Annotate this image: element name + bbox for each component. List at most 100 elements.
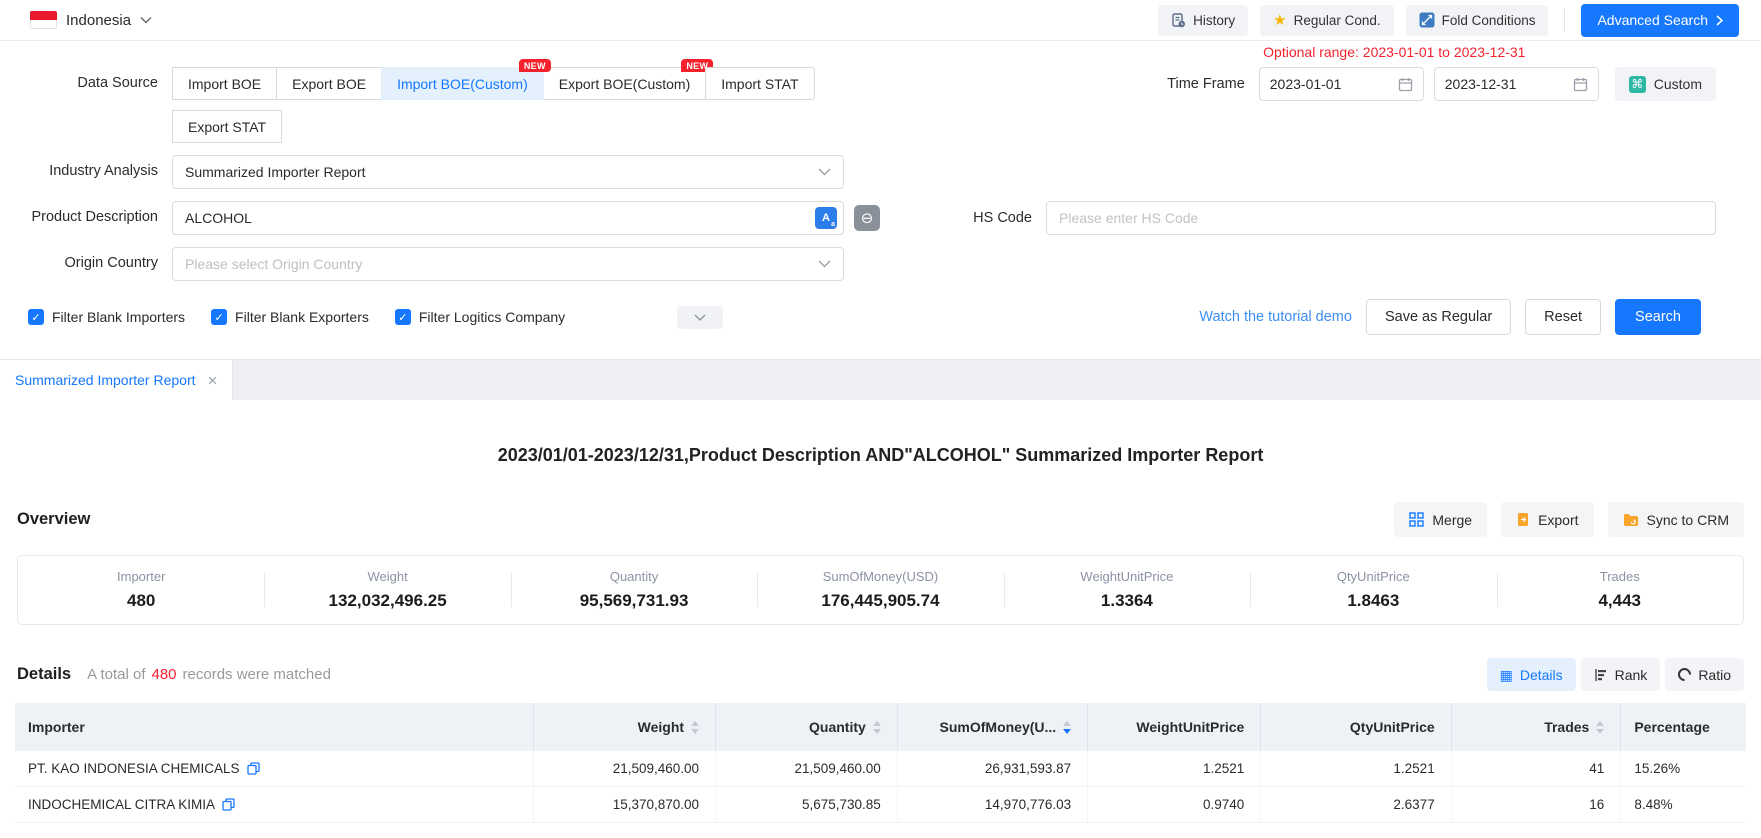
data-source-label: Data Source — [0, 67, 158, 100]
stat-value: 1.8463 — [1250, 591, 1496, 611]
topbar: Indonesia History ★ Regular Cond. Fold C… — [0, 0, 1761, 41]
search-button[interactable]: Search — [1615, 299, 1701, 335]
filter-checkbox-item[interactable]: ✓ Filter Blank Exporters — [211, 309, 369, 325]
industry-analysis-select[interactable]: Summarized Importer Report — [172, 155, 844, 189]
table-row[interactable]: PT. KAO INDONESIA CHEMICALS 21,509,460.0… — [15, 751, 1746, 787]
sort-icons[interactable] — [1596, 721, 1604, 734]
origin-country-placeholder: Please select Origin Country — [185, 256, 818, 272]
quantity-cell: 21,509,460.00 — [716, 751, 898, 786]
star-icon: ★ — [1273, 13, 1286, 28]
view-rank-label: Rank — [1615, 667, 1648, 683]
start-date-value: 2023-01-01 — [1270, 76, 1398, 92]
origin-country-select[interactable]: Please select Origin Country — [172, 247, 844, 281]
custom-range-button[interactable]: ⌘ Custom — [1615, 67, 1716, 101]
importer-name[interactable]: INDOCHEMICAL CITRA KIMIA — [28, 797, 215, 812]
column-header[interactable]: Trades — [1452, 703, 1622, 751]
tab-title: Summarized Importer Report — [15, 372, 196, 388]
product-description-row: Product Description Aa ⊖ HS Code — [0, 201, 1761, 235]
export-button[interactable]: Export — [1501, 502, 1593, 537]
sync-to-crm-button[interactable]: Sync to CRM — [1608, 502, 1744, 537]
overview-header: Overview Merge Export Sync to CRM — [0, 502, 1761, 537]
report-title: 2023/01/01-2023/12/31,Product Descriptio… — [0, 400, 1761, 502]
fold-icon — [1419, 12, 1435, 28]
sort-icons[interactable] — [873, 721, 881, 734]
table-row[interactable]: INDOCHEMICAL CITRA KIMIA 15,370,870.00 5… — [15, 787, 1746, 823]
copy-icon[interactable] — [247, 762, 260, 775]
tab-summarized-importer-report[interactable]: Summarized Importer Report × — [0, 360, 233, 400]
hs-code-input[interactable] — [1046, 201, 1716, 235]
filter-checkbox-item[interactable]: ✓ Filter Blank Importers — [28, 309, 185, 325]
column-header[interactable]: Importer — [15, 703, 534, 751]
product-description-input[interactable] — [185, 210, 815, 226]
merge-label: Merge — [1432, 512, 1472, 528]
data-source-option[interactable]: Export BOE(Custom) NEW — [543, 67, 706, 100]
strict-match-icon[interactable]: ⊖ — [854, 205, 880, 231]
fold-conditions-button[interactable]: Fold Conditions — [1406, 5, 1549, 36]
copy-icon[interactable] — [222, 798, 235, 811]
data-source-option-label: Import STAT — [721, 76, 798, 92]
chevron-down-icon — [818, 168, 831, 176]
column-header[interactable]: Weight — [534, 703, 716, 751]
match-prefix: A total of — [87, 666, 145, 683]
view-ratio-label: Ratio — [1698, 667, 1731, 683]
view-rank-button[interactable]: Rank — [1581, 658, 1661, 691]
sort-icons[interactable] — [691, 721, 699, 734]
hs-code-group: HS Code — [973, 201, 1716, 235]
stat-cell: Quantity 95,569,731.93 — [511, 569, 757, 611]
stat-label: SumOfMoney(USD) — [757, 569, 1003, 584]
overview-heading: Overview — [17, 510, 90, 529]
column-header-label: Percentage — [1634, 719, 1709, 735]
column-header[interactable]: QtyUnitPrice — [1261, 703, 1451, 751]
filter-label: Filter Blank Exporters — [235, 309, 369, 325]
view-details-button[interactable]: ▦ Details — [1487, 658, 1576, 691]
data-source-option[interactable]: Import BOE — [172, 67, 277, 100]
trades-cell: 41 — [1452, 751, 1622, 786]
reset-button[interactable]: Reset — [1525, 299, 1601, 335]
view-switcher: ▦ Details Rank Ratio — [1487, 658, 1744, 691]
history-button[interactable]: History — [1158, 5, 1248, 36]
advanced-search-button[interactable]: Advanced Search — [1581, 4, 1739, 37]
stat-label: Importer — [18, 569, 264, 584]
calendar-icon — [1573, 77, 1588, 92]
data-source-option[interactable]: Export STAT — [172, 110, 282, 143]
data-source-option[interactable]: Import STAT — [705, 67, 814, 100]
stat-cell: SumOfMoney(USD) 176,445,905.74 — [757, 569, 1003, 611]
start-date-field[interactable]: 2023-01-01 — [1259, 67, 1424, 101]
column-header-label: Quantity — [809, 719, 866, 735]
column-header[interactable]: SumOfMoney(U... — [898, 703, 1088, 751]
column-header[interactable]: Quantity — [716, 703, 898, 751]
view-ratio-button[interactable]: Ratio — [1665, 658, 1744, 691]
column-header-label: Importer — [28, 719, 85, 735]
stat-cell: WeightUnitPrice 1.3364 — [1004, 569, 1250, 611]
trades-cell: 16 — [1452, 787, 1622, 822]
details-header: Details A total of 480 records were matc… — [0, 658, 1761, 691]
checkbox-checked-icon: ✓ — [211, 309, 227, 325]
translate-icon[interactable]: Aa — [815, 207, 837, 229]
column-header-label: Weight — [638, 719, 684, 735]
chevron-right-icon — [1716, 15, 1723, 26]
country-picker[interactable]: Indonesia — [30, 11, 152, 29]
history-icon — [1171, 13, 1186, 28]
regular-cond-button[interactable]: ★ Regular Cond. — [1260, 5, 1394, 36]
importer-cell: INDOCHEMICAL CITRA KIMIA — [15, 787, 534, 822]
data-source-option[interactable]: Export BOE — [276, 67, 382, 100]
column-header[interactable]: Percentage — [1621, 703, 1746, 751]
filter-checkbox-item[interactable]: ✓ Filter Logitics Company — [395, 309, 565, 325]
data-source-option[interactable]: Import BOE(Custom) NEW — [381, 67, 544, 100]
importer-cell: PT. KAO INDONESIA CHEMICALS — [15, 751, 534, 786]
merge-button[interactable]: Merge — [1394, 502, 1487, 537]
importer-name[interactable]: PT. KAO INDONESIA CHEMICALS — [28, 761, 240, 776]
rank-icon — [1594, 668, 1608, 682]
qty-unit-price-cell: 1.2521 — [1261, 751, 1451, 786]
column-header[interactable]: WeightUnitPrice — [1088, 703, 1261, 751]
end-date-field[interactable]: 2023-12-31 — [1434, 67, 1599, 101]
end-date-value: 2023-12-31 — [1445, 76, 1573, 92]
filter-label: Filter Blank Importers — [52, 309, 185, 325]
save-as-regular-button[interactable]: Save as Regular — [1366, 299, 1511, 335]
collapse-form-button[interactable] — [677, 306, 723, 329]
sort-asc-icon — [691, 721, 699, 726]
data-source-option-label: Export STAT — [188, 119, 266, 135]
sort-icons[interactable] — [1063, 721, 1071, 734]
tutorial-link[interactable]: Watch the tutorial demo — [1199, 309, 1352, 325]
close-icon[interactable]: × — [208, 372, 218, 389]
